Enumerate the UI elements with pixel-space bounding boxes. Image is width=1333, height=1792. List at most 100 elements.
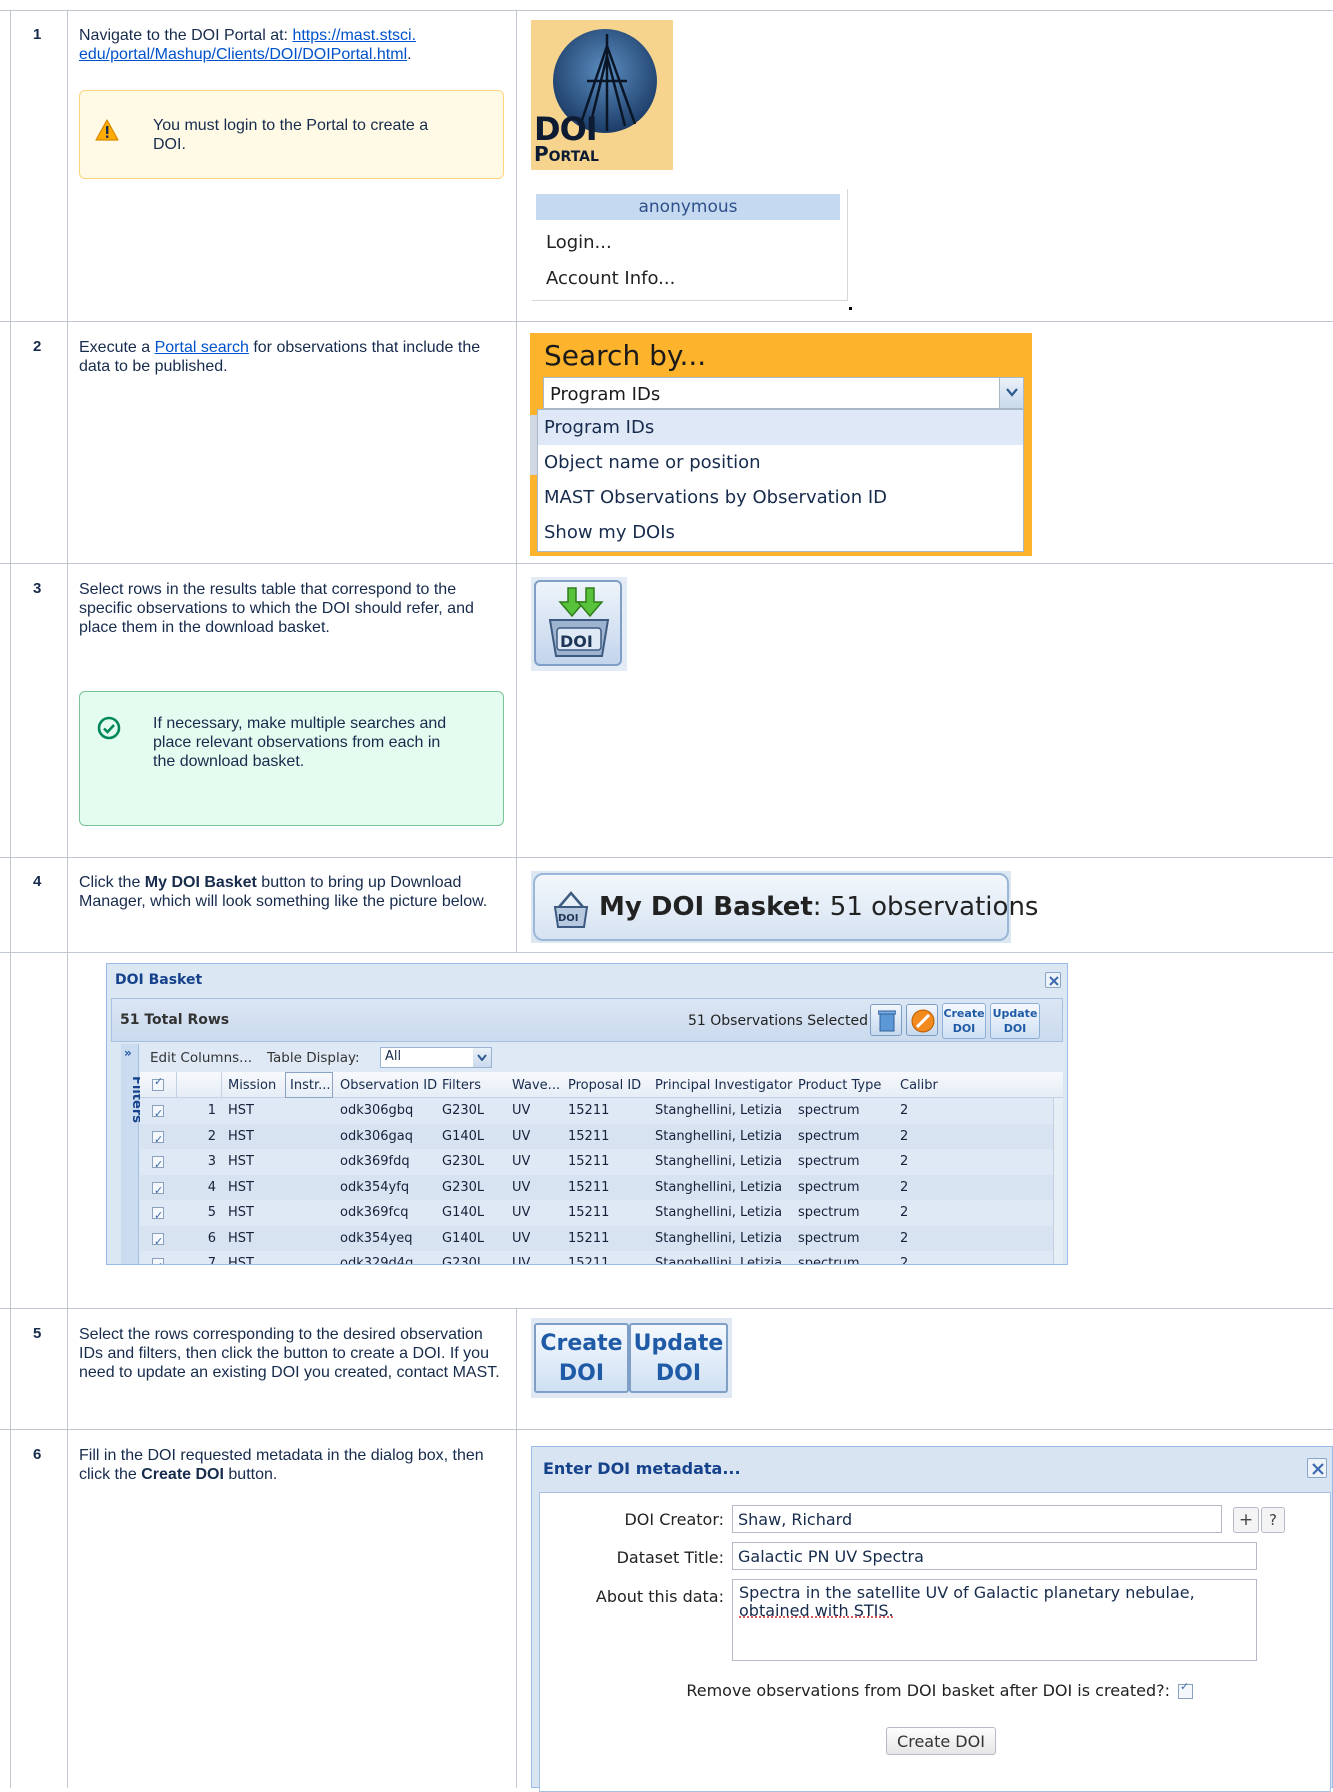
step-number: 1 [33,26,41,43]
basket-icon-button[interactable]: DOI [534,580,622,666]
table-row[interactable]: 6 HST odk354yeq G140L UV 15211 Stanghellini, L… [140,1226,1053,1251]
option-show-my-dois[interactable]: Show my DOIs [538,515,1023,550]
table-display-select[interactable]: All [380,1047,492,1068]
login-menu-item[interactable]: Login... [546,232,612,253]
column-header-proposal-id[interactable]: Proposal ID [568,1078,641,1093]
column-header-calibration[interactable]: Calibr [900,1078,938,1093]
wavelength-cell: UV [512,1149,530,1174]
basket-table-body: 1HSTodk306gbqG230LUV15211Stanghellini, L… [140,1098,1053,1265]
product-type-cell: spectrum [798,1124,860,1149]
dropdown-button[interactable] [473,1048,491,1067]
add-creator-button[interactable]: + [1233,1507,1259,1533]
account-info-menu-item[interactable]: Account Info... [546,268,675,289]
column-header-instrument[interactable]: Instr... [285,1072,333,1098]
create-doi-button[interactable]: Create DOI [534,1323,629,1393]
create-doi-submit-button[interactable]: Create DOI [886,1727,996,1755]
create-doi-small-button[interactable]: Create DOI [942,1003,986,1039]
table-row[interactable]: 2 HST odk306gaq G140L UV 15211 Stanghellini, L… [140,1124,1053,1149]
check-circle-icon [97,716,121,740]
column-header-product-type[interactable]: Product Type [798,1078,881,1093]
doi-metadata-dialog: Enter DOI metadata... DOI Creator: Shaw,… [531,1446,1333,1788]
step-number: 3 [33,580,41,597]
delete-button[interactable] [870,1004,902,1036]
product-type-cell: spectrum [798,1098,860,1123]
grid-line [0,952,1333,953]
mission-cell: HST [228,1251,254,1265]
search-by-title: Search by... [544,339,706,372]
filters-tab[interactable]: » Filters [121,1044,139,1265]
creator-input[interactable]: Shaw, Richard [732,1505,1222,1533]
remove-observations-checkbox[interactable] [1178,1684,1193,1699]
option-program-ids[interactable]: Program IDs [538,410,1023,445]
calibration-cell: 2 [900,1149,908,1174]
close-button[interactable] [1045,972,1061,988]
mission-cell: HST [228,1226,254,1251]
logo-portal-text: Portal [534,142,599,166]
update-doi-small-button[interactable]: Update DOI [990,1003,1040,1039]
row-checkbox[interactable] [152,1131,164,1143]
filters-cell: G140L [442,1200,484,1225]
table-row[interactable]: 1 HST odk306gbq G230L UV 15211 Stanghellini, L… [140,1098,1053,1123]
step-number: 5 [33,1325,41,1342]
column-header-wavelength[interactable]: Wave... [512,1078,560,1093]
my-doi-basket-button[interactable]: DOI My DOI Basket: 51 observations [533,873,1009,941]
calibration-cell: 2 [900,1098,908,1123]
calibration-cell: 2 [900,1175,908,1200]
column-header-observation-id[interactable]: Observation ID [340,1078,437,1093]
row-checkbox[interactable] [152,1233,164,1245]
column-header-pi[interactable]: Principal Investigator [655,1078,792,1093]
search-by-select[interactable]: Program IDs [543,377,1024,409]
column-header-mission[interactable]: Mission [228,1078,276,1093]
mission-cell: HST [228,1200,254,1225]
option-mast-observations[interactable]: MAST Observations by Observation ID [538,480,1023,515]
mission-cell: HST [228,1175,254,1200]
row-checkbox[interactable] [152,1156,164,1168]
dataset-title-input[interactable]: Galactic PN UV Spectra [732,1542,1257,1570]
basket-icon-label: DOI [560,632,593,651]
proposal-id-cell: 15211 [568,1124,609,1149]
doi-portal-logo: DOI Portal [531,20,673,170]
row-checkbox[interactable] [152,1182,164,1194]
search-by-options: Program IDs Object name or position MAST… [537,409,1024,552]
chevron-down-icon [477,1054,487,1061]
edit-columns-link[interactable]: Edit Columns... [150,1050,252,1066]
filters-cell: G230L [442,1175,484,1200]
table-row[interactable]: 3 HST odk369fdq G230L UV 15211 Stanghellini, L… [140,1149,1053,1174]
filters-cell: G230L [442,1251,484,1265]
row-checkbox[interactable] [152,1105,164,1117]
grid-line [10,10,11,1788]
step-number: 6 [33,1446,41,1463]
filters-cell: G140L [442,1226,484,1251]
update-doi-button[interactable]: Update DOI [629,1323,728,1393]
dropdown-button[interactable] [999,378,1023,408]
column-header-filters[interactable]: Filters [442,1078,481,1093]
table-row[interactable]: 4 HST odk354yfq G230L UV 15211 Stanghellini, L… [140,1175,1053,1200]
help-button[interactable]: ? [1261,1507,1285,1533]
wavelength-cell: UV [512,1175,530,1200]
clear-button[interactable] [906,1004,938,1036]
select-all-checkbox[interactable] [152,1079,164,1091]
wavelength-cell: UV [512,1124,530,1149]
table-options-bar: Edit Columns... Table Display: All [140,1044,1063,1072]
row-checkbox[interactable] [152,1207,164,1219]
filters-cell: G140L [442,1124,484,1149]
proposal-id-cell: 15211 [568,1149,609,1174]
expand-icon[interactable]: » [124,1046,132,1060]
warning-icon [95,119,119,141]
step-2-description: Execute a Portal search for observations… [79,338,499,376]
menu-dot [849,307,852,310]
table-row[interactable]: 7 HST odk329d4q G230L UV 15211 Stanghellini, L… [140,1251,1053,1265]
wavelength-cell: UV [512,1098,530,1123]
grid-line [0,1308,1333,1309]
close-button[interactable] [1307,1458,1327,1478]
table-row[interactable]: 5 HST odk369fcq G140L UV 15211 Stanghellini, L… [140,1200,1053,1225]
option-object-name[interactable]: Object name or position [538,445,1023,480]
basket-icon-tile[interactable]: DOI [531,577,627,671]
portal-search-link[interactable]: Portal search [155,339,249,356]
create-update-buttons-tile: Create DOI Update DOI [531,1318,732,1398]
vertical-scrollbar[interactable] [1053,1098,1063,1265]
row-checkbox[interactable] [152,1258,164,1265]
mission-cell: HST [228,1149,254,1174]
observation-id-cell: odk306gbq [340,1098,413,1123]
about-textarea[interactable]: Spectra in the satellite UV of Galactic … [732,1579,1257,1661]
